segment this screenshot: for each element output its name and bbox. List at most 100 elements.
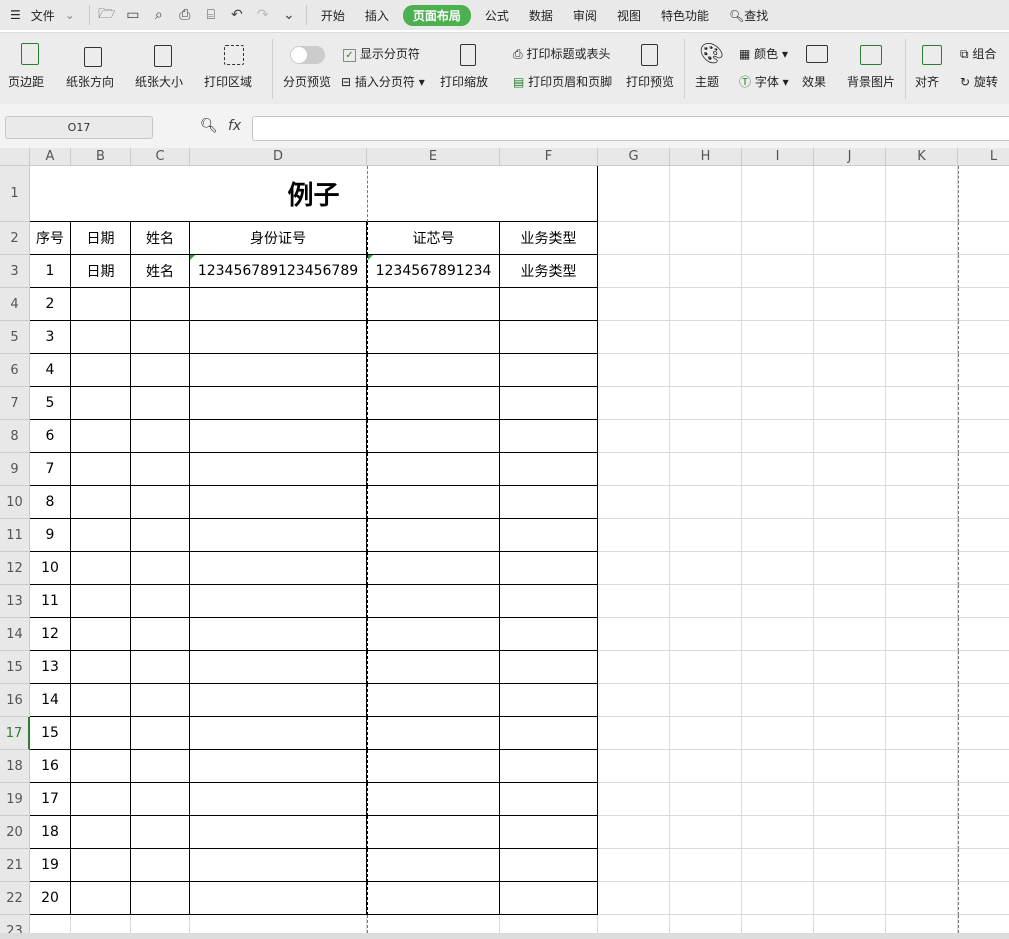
column-header[interactable]: J: [814, 148, 886, 166]
cell[interactable]: [886, 849, 958, 882]
cell[interactable]: [670, 288, 742, 321]
cell[interactable]: [71, 519, 131, 552]
cell[interactable]: [814, 684, 886, 717]
cell[interactable]: [814, 222, 886, 255]
row-header[interactable]: 16: [0, 684, 30, 717]
cell[interactable]: [958, 519, 1009, 552]
cell[interactable]: 业务类型: [500, 222, 598, 255]
cell[interactable]: 证芯号: [367, 222, 500, 255]
column-header[interactable]: D: [190, 148, 367, 166]
orientation-button[interactable]: 纸张方向: [66, 73, 114, 90]
tab-6[interactable]: 视图: [607, 7, 651, 24]
cell[interactable]: [814, 783, 886, 816]
cell[interactable]: [131, 783, 190, 816]
cell[interactable]: [598, 618, 670, 651]
cell[interactable]: [367, 453, 500, 486]
cell[interactable]: [958, 849, 1009, 882]
column-header[interactable]: I: [742, 148, 814, 166]
open-icon[interactable]: 🗁: [94, 3, 120, 27]
cell[interactable]: [814, 882, 886, 915]
cell[interactable]: [670, 420, 742, 453]
align-button[interactable]: 对齐: [915, 73, 939, 90]
row-header[interactable]: 14: [0, 618, 30, 651]
cell[interactable]: [814, 849, 886, 882]
cell[interactable]: [670, 618, 742, 651]
cell[interactable]: [886, 519, 958, 552]
column-header[interactable]: E: [367, 148, 500, 166]
cell[interactable]: [670, 915, 742, 933]
cell[interactable]: 日期: [71, 255, 131, 288]
cell[interactable]: [367, 354, 500, 387]
tab-1[interactable]: 插入: [355, 7, 399, 24]
cell[interactable]: [670, 321, 742, 354]
cell[interactable]: [742, 783, 814, 816]
cell[interactable]: [190, 321, 367, 354]
cell[interactable]: [71, 585, 131, 618]
cell[interactable]: [670, 552, 742, 585]
tab-2[interactable]: 页面布局: [402, 4, 471, 26]
cell[interactable]: [598, 882, 670, 915]
cell[interactable]: [670, 166, 742, 222]
cell[interactable]: [131, 453, 190, 486]
cell[interactable]: [190, 486, 367, 519]
cell[interactable]: [131, 816, 190, 849]
cell[interactable]: [670, 519, 742, 552]
cell[interactable]: [71, 816, 131, 849]
cell[interactable]: 3: [30, 321, 71, 354]
more-icon[interactable]: ⌄: [276, 7, 302, 23]
chevron-down-icon[interactable]: ⌄: [55, 8, 85, 22]
cell[interactable]: [670, 882, 742, 915]
margins-button[interactable]: 页边距: [8, 73, 44, 90]
row-header[interactable]: 23: [0, 915, 30, 933]
save-icon[interactable]: ▭: [120, 7, 146, 23]
cell[interactable]: [742, 166, 814, 222]
cell[interactable]: [742, 486, 814, 519]
print-preview-icon[interactable]: ⌸: [198, 7, 224, 23]
cell[interactable]: [958, 222, 1009, 255]
cell[interactable]: [814, 717, 886, 750]
cell[interactable]: [670, 486, 742, 519]
cell[interactable]: [742, 684, 814, 717]
cell[interactable]: [958, 882, 1009, 915]
row-header[interactable]: 13: [0, 585, 30, 618]
cell[interactable]: [886, 486, 958, 519]
cell[interactable]: [367, 585, 500, 618]
cell[interactable]: [742, 915, 814, 933]
cell[interactable]: [886, 684, 958, 717]
print-area-button[interactable]: 打印区域: [204, 73, 252, 90]
cell[interactable]: [500, 585, 598, 618]
row-header[interactable]: 15: [0, 651, 30, 684]
cell[interactable]: [814, 288, 886, 321]
cell[interactable]: [958, 750, 1009, 783]
cell[interactable]: [670, 651, 742, 684]
cell[interactable]: [742, 354, 814, 387]
cell[interactable]: [958, 387, 1009, 420]
cell[interactable]: [598, 750, 670, 783]
cell[interactable]: [598, 222, 670, 255]
cell[interactable]: [190, 387, 367, 420]
cell[interactable]: [886, 585, 958, 618]
cell[interactable]: [814, 816, 886, 849]
cell[interactable]: [670, 783, 742, 816]
cell[interactable]: 20: [30, 882, 71, 915]
cell[interactable]: [670, 849, 742, 882]
cell[interactable]: 12: [30, 618, 71, 651]
cell[interactable]: [598, 684, 670, 717]
cell[interactable]: [742, 222, 814, 255]
cell[interactable]: [190, 420, 367, 453]
cell[interactable]: [742, 651, 814, 684]
cell[interactable]: [131, 552, 190, 585]
cell[interactable]: [742, 717, 814, 750]
cell[interactable]: [71, 354, 131, 387]
horizontal-scrollbar[interactable]: [0, 933, 1009, 939]
cell[interactable]: [131, 420, 190, 453]
cell[interactable]: [131, 486, 190, 519]
undo-icon[interactable]: ↶: [224, 7, 250, 23]
cell[interactable]: [742, 552, 814, 585]
cell[interactable]: [367, 321, 500, 354]
cell[interactable]: [886, 717, 958, 750]
cell[interactable]: [500, 684, 598, 717]
cell[interactable]: [71, 387, 131, 420]
cell[interactable]: 14: [30, 684, 71, 717]
cell[interactable]: 2: [30, 288, 71, 321]
